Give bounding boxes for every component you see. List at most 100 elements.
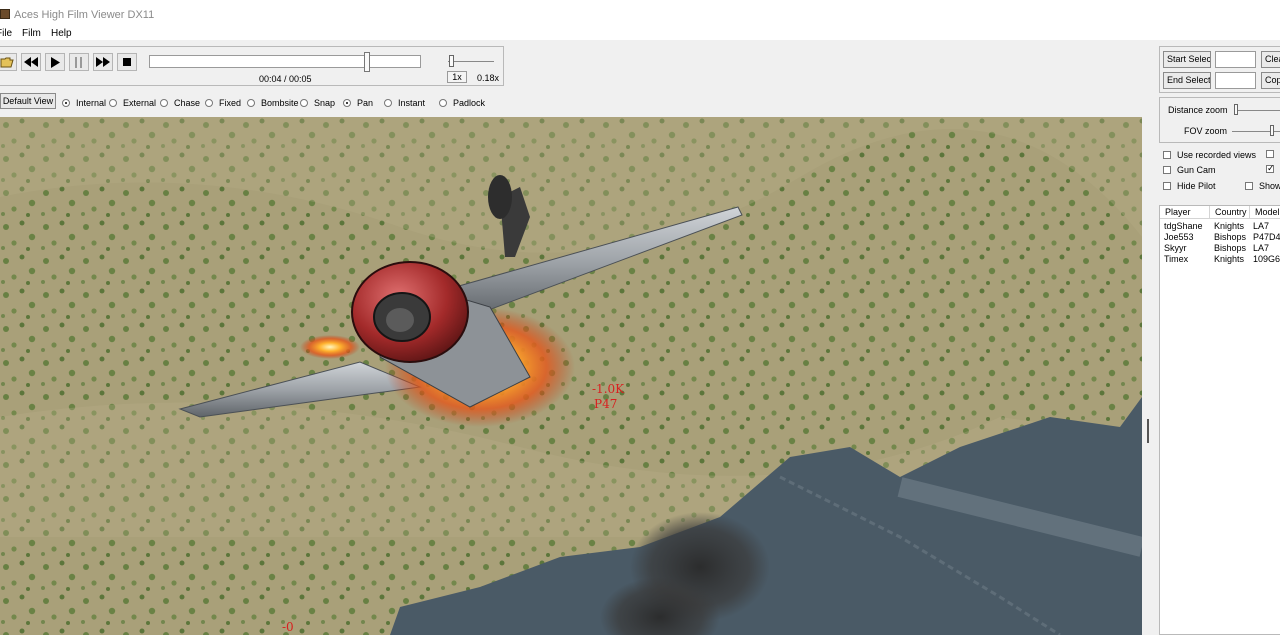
start-select-input[interactable] [1215, 51, 1256, 68]
pause-button[interactable] [69, 53, 89, 71]
zoom-group: Distance zoom FOV zoom [1159, 97, 1280, 143]
hide-pilot-box[interactable] [1163, 182, 1171, 190]
menu-film[interactable]: Film [22, 28, 41, 40]
player-country: Bishops [1214, 243, 1247, 253]
start-select-button[interactable]: Start Select [1163, 51, 1211, 68]
end-select-button[interactable]: End Select [1163, 72, 1211, 89]
hide-pilot-label: Hide Pilot [1177, 181, 1216, 191]
end-select-input[interactable] [1215, 72, 1256, 89]
fast-forward-button[interactable] [93, 53, 113, 71]
view-mode-external[interactable]: External [109, 97, 156, 109]
player-model: LA7 [1253, 221, 1270, 231]
menu-file[interactable]: File [0, 28, 12, 40]
view-mode-bombsite[interactable]: Bombsite [247, 97, 299, 109]
player-country: Bishops [1214, 232, 1247, 242]
column-player[interactable]: Player [1160, 206, 1210, 219]
player-model: LA7 [1253, 243, 1270, 253]
view-mode-fixed[interactable]: Fixed [205, 97, 241, 109]
player-model: P47D4 [1253, 232, 1280, 242]
time-display: 00:04 / 00:05 [259, 74, 312, 84]
hide-pilot-checkbox[interactable]: Hide Pilot [1163, 181, 1216, 191]
play-button[interactable] [45, 53, 65, 71]
view-mode-internal[interactable]: Internal [62, 97, 106, 109]
use-recorded-views-box[interactable] [1163, 151, 1171, 159]
gun-cam-checkbox[interactable]: Gun Cam [1163, 165, 1216, 175]
right-option-checkbox-top[interactable] [1266, 150, 1274, 158]
radio-indicator[interactable] [384, 99, 392, 107]
stop-button[interactable] [117, 53, 137, 71]
open-film-button[interactable] [0, 53, 17, 71]
view-mode-pan[interactable]: Pan [343, 97, 373, 109]
speed-slider-track[interactable] [448, 61, 494, 62]
folder-open-icon [0, 57, 14, 68]
player-list-header: Player Country Model [1160, 206, 1280, 219]
speed-factor-value: 0.18x [477, 73, 500, 83]
show-checkbox[interactable]: Show [1245, 181, 1280, 191]
clear-button[interactable]: Clear [1261, 51, 1280, 68]
scene-render [0, 117, 1142, 635]
title-bar: Aces High Film Viewer DX11 [0, 0, 1280, 28]
view-mode-snap[interactable]: Snap [300, 97, 335, 109]
right-option-box-mid[interactable] [1266, 163, 1275, 174]
play-icon [51, 56, 60, 68]
player-name: Timex [1164, 254, 1189, 264]
menu-help[interactable]: Help [51, 28, 72, 40]
film-viewport[interactable]: -1.0K P47 -0 [0, 117, 1142, 635]
speed-reset-button[interactable]: 1x [447, 71, 467, 83]
menu-bar: File Film Help [0, 28, 1280, 40]
player-name: Joe553 [1164, 232, 1194, 242]
hud-range-label: -1.0K [592, 382, 625, 396]
view-mode-label: Instant [398, 98, 426, 108]
fov-zoom-label: FOV zoom [1184, 126, 1228, 136]
distance-zoom-thumb[interactable] [1234, 104, 1238, 115]
view-mode-label: Internal [76, 98, 107, 108]
column-country[interactable]: Country [1210, 206, 1250, 219]
speed-slider-thumb[interactable] [449, 55, 454, 67]
show-box[interactable] [1245, 182, 1253, 190]
copy-button[interactable]: Copy [1261, 72, 1280, 89]
view-mode-label: Bombsite [261, 98, 299, 108]
app-icon [0, 9, 10, 19]
rewind-icon [24, 57, 38, 67]
player-country: Knights [1214, 254, 1245, 264]
view-mode-label: Pan [357, 98, 374, 108]
view-mode-instant[interactable]: Instant [384, 97, 425, 109]
window-title: Aces High Film Viewer DX11 [14, 9, 155, 21]
show-label: Show [1259, 181, 1280, 191]
right-option-box-top[interactable] [1266, 150, 1274, 158]
table-row[interactable]: tdgShane Knights LA7 [1160, 221, 1280, 232]
film-progress-slider[interactable] [149, 55, 421, 68]
view-mode-label: Padlock [453, 98, 486, 108]
fov-zoom-thumb[interactable] [1270, 125, 1274, 136]
panel-splitter[interactable] [1147, 419, 1149, 443]
player-list[interactable]: Player Country Model tdgShane Knights LA7 J… [1159, 205, 1280, 635]
table-row[interactable]: Timex Knights 109G6 [1160, 254, 1280, 265]
column-model[interactable]: Model [1250, 206, 1280, 219]
right-option-checkbox-mid[interactable] [1266, 163, 1275, 174]
view-mode-chase[interactable]: Chase [160, 97, 200, 109]
use-recorded-views-label: Use recorded views [1177, 150, 1257, 160]
distance-zoom-track[interactable] [1234, 110, 1280, 111]
gun-cam-box[interactable] [1163, 166, 1171, 174]
film-progress-thumb[interactable] [363, 52, 370, 72]
radio-indicator[interactable] [343, 99, 351, 107]
radio-indicator[interactable] [62, 99, 70, 107]
rewind-button[interactable] [21, 53, 41, 71]
hud-target-label: P47 [594, 397, 618, 411]
use-recorded-views-checkbox[interactable]: Use recorded views [1163, 150, 1256, 160]
view-mode-label: External [123, 98, 157, 108]
default-view-button[interactable]: Default View [0, 93, 56, 109]
player-name: tdgShane [1164, 221, 1203, 231]
table-row[interactable]: Joe553 Bishops P47D4 [1160, 232, 1280, 243]
player-model: 109G6 [1253, 254, 1280, 264]
table-row[interactable]: Skyyr Bishops LA7 [1160, 243, 1280, 254]
radio-indicator[interactable] [160, 99, 168, 107]
radio-indicator[interactable] [300, 99, 308, 107]
radio-indicator[interactable] [109, 99, 117, 107]
view-mode-label: Chase [174, 98, 201, 108]
radio-indicator[interactable] [247, 99, 255, 107]
hud-bottom-marker: -0 [282, 620, 294, 634]
radio-indicator[interactable] [205, 99, 213, 107]
view-mode-padlock[interactable]: Padlock [439, 97, 485, 109]
radio-indicator[interactable] [439, 99, 447, 107]
